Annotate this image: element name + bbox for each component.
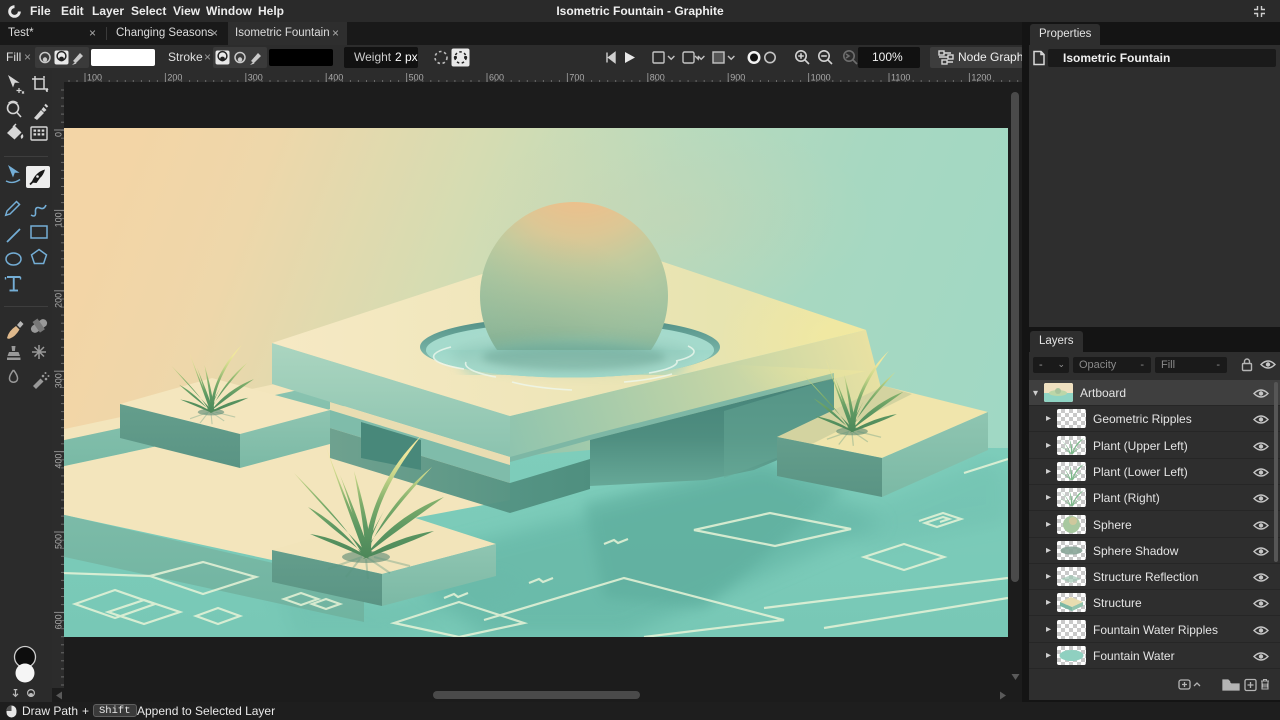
svg-text:900: 900: [730, 73, 745, 83]
svg-text:600: 600: [489, 73, 504, 83]
svg-text:300: 300: [54, 373, 64, 388]
svg-text:100: 100: [54, 212, 64, 227]
svg-text:400: 400: [54, 454, 64, 469]
svg-text:1100: 1100: [891, 73, 910, 83]
svg-text:1000: 1000: [811, 73, 831, 83]
svg-text:700: 700: [569, 73, 584, 83]
svg-text:200: 200: [167, 73, 182, 83]
svg-text:800: 800: [650, 73, 665, 83]
svg-text:200: 200: [54, 293, 64, 308]
svg-text:500: 500: [54, 534, 64, 549]
svg-text:300: 300: [248, 73, 263, 83]
svg-text:600: 600: [54, 614, 64, 629]
svg-text:500: 500: [409, 73, 424, 83]
svg-text:1200: 1200: [971, 73, 991, 83]
svg-text:100: 100: [87, 73, 102, 83]
svg-text:0: 0: [54, 132, 64, 137]
svg-text:400: 400: [328, 73, 343, 83]
